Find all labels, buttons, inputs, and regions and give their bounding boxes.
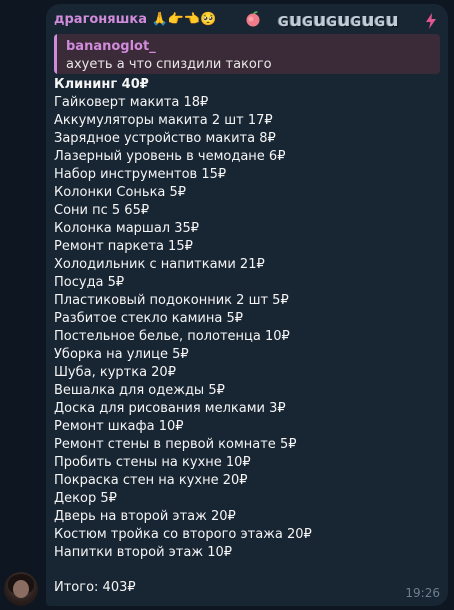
message-line: Вешалка для одежды 5₽ (54, 383, 225, 398)
avatar[interactable] (4, 572, 38, 606)
message-line: Набор инструментов 15₽ (54, 167, 227, 182)
author-name-text: драгоняшка (54, 12, 148, 27)
reply-quote[interactable]: bananoglot_ ахуеть а что спиздили такого (54, 34, 440, 74)
message-line: Посуда 5₽ (54, 275, 125, 290)
message-line: Напитки второй этаж 10₽ (54, 545, 233, 560)
total-line: Итого: 403₽ (54, 580, 136, 595)
avatar-face (13, 580, 29, 598)
message-line: Ремонт шкафа 10₽ (54, 419, 184, 434)
reply-accent-bar (54, 34, 57, 74)
lightning-icon[interactable] (424, 12, 438, 30)
message-line: Доска для рисования мелками 3₽ (54, 401, 286, 416)
message-line: Покраска стен на кухне 20₽ (54, 473, 248, 488)
message-line: Пробить стены на кухне 10₽ (54, 455, 251, 470)
reply-author: bananoglot_ (66, 39, 156, 54)
message-line: Зарядное устройство макита 8₽ (54, 131, 276, 146)
message-line: Лазерный уровень в чемодане 6₽ (54, 149, 286, 164)
message-line: Шуба, куртка 20₽ (54, 365, 176, 380)
message-bubble[interactable]: драгоняшка 🙏👉👈🥺 ɢuɢuɢuɢuɢu bananoglot_ а… (46, 4, 448, 606)
author-emojis: 🙏👉👈🥺 (151, 12, 217, 27)
message-line: Аккумуляторы макита 2 шт 17₽ (54, 113, 273, 128)
message-line: Колонки Сонька 5₽ (54, 185, 187, 200)
message-line: Дверь на второй этаж 20₽ (54, 509, 236, 524)
message-line: Уборка на улице 5₽ (54, 347, 189, 362)
message-body: Клининг 40₽ Гайковерт макита 18₽ Аккумул… (54, 76, 312, 562)
message-line: Холодильник с напитками 21₽ (54, 257, 265, 272)
message-line: Гайковерт макита 18₽ (54, 95, 209, 110)
message-line: Костюм тройка со второго этажа 20₽ (54, 527, 312, 542)
message-line: Декор 5₽ (54, 491, 117, 506)
message-line: Клининг 40₽ (54, 77, 149, 92)
message-line: Пластиковый подоконник 2 шт 5₽ (54, 293, 289, 308)
message-line: Ремонт паркета 15₽ (54, 239, 193, 254)
reply-text: ахуеть а что спиздили такого (66, 57, 272, 72)
author-tag: ɢuɢuɢuɢuɢu (278, 10, 399, 31)
message-header: драгоняшка 🙏👉👈🥺 ɢuɢuɢuɢuɢu (54, 10, 440, 32)
message-line: Сони пс 5 65₽ (54, 203, 150, 218)
author-name[interactable]: драгоняшка 🙏👉👈🥺 (54, 12, 216, 27)
message-line: Постельное белье, полотенца 10₽ (54, 329, 290, 344)
message-line: Разбитое стекло камина 5₽ (54, 311, 244, 326)
message-line: Ремонт стены в первой комнате 5₽ (54, 437, 297, 452)
message-time: 19:26 (405, 586, 440, 600)
message-line: Колонка маршал 35₽ (54, 221, 200, 236)
peach-icon (246, 11, 260, 27)
